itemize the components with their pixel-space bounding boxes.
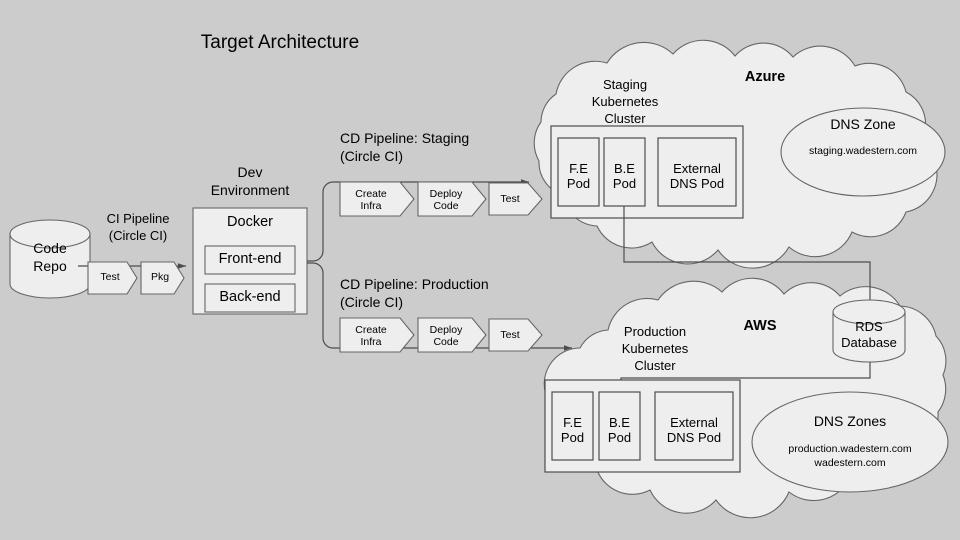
production-dns-zones-ellipse (751, 391, 949, 493)
architecture-diagram-canvas: Target Architecture Code Repo CI Pipelin… (0, 0, 960, 540)
staging-pod-externaldns-box (657, 137, 737, 207)
code-repo-cylinder-shape (9, 219, 91, 299)
cd-production-step-test-chevron (488, 318, 543, 352)
front-end-box (204, 245, 296, 275)
cd-staging-step-test-chevron (488, 182, 543, 216)
ci-step-test-chevron (87, 261, 138, 295)
production-pod-fe-box (551, 391, 594, 461)
rds-database-cylinder-shape (832, 299, 906, 363)
staging-pod-fe-box (557, 137, 600, 207)
ci-step-pkg-chevron (140, 261, 185, 295)
staging-dns-zone-ellipse (780, 107, 946, 197)
production-pod-externaldns-box (654, 391, 734, 461)
production-pod-be-box (598, 391, 641, 461)
back-end-box (204, 283, 296, 313)
cd-production-step-deploy-code-chevron (417, 317, 487, 353)
cd-staging-step-deploy-code-chevron (417, 181, 487, 217)
staging-pod-be-box (603, 137, 646, 207)
cd-production-step-create-infra-chevron (339, 317, 415, 353)
cd-staging-step-create-infra-chevron (339, 181, 415, 217)
diagram-vector-layer (9, 39, 949, 519)
